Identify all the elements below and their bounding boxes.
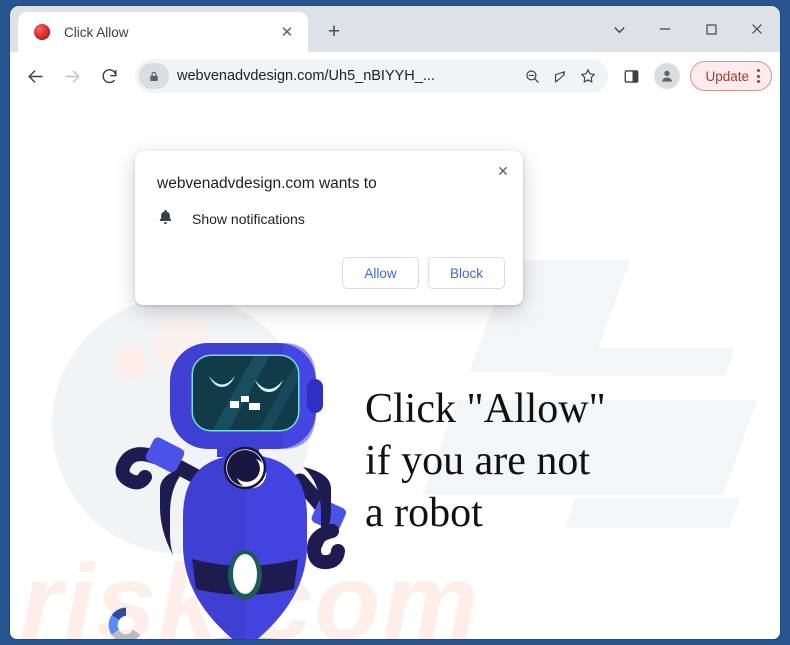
block-button[interactable]: Block — [428, 257, 505, 289]
desktop-background: Click Allow ✕ + webvenadvdesign.com/Uh5_… — [0, 0, 790, 645]
profile-avatar-icon[interactable] — [654, 63, 681, 89]
star-icon[interactable] — [574, 62, 602, 90]
ecaptcha-c-logo-icon — [108, 607, 141, 639]
address-bar[interactable]: webvenadvdesign.com/Uh5_nBIYYH_... — [135, 59, 609, 93]
browser-toolbar: webvenadvdesign.com/Uh5_nBIYYH_... Updat… — [10, 52, 780, 100]
tab-search-chevron-down-icon[interactable] — [596, 6, 642, 52]
update-button-label: Update — [705, 68, 749, 84]
tab-title: Click Allow — [64, 24, 129, 40]
sleepy-blue-robot-illustration — [115, 343, 346, 639]
tab-strip: Click Allow ✕ + — [10, 6, 780, 52]
forward-arrow-icon[interactable] — [55, 59, 89, 93]
side-panel-icon[interactable] — [616, 60, 646, 92]
address-bar-url[interactable]: webvenadvdesign.com/Uh5_nBIYYH_... — [177, 68, 518, 84]
browser-tab[interactable]: Click Allow ✕ — [18, 12, 308, 52]
ecaptcha-badge: E-CAPTCHA — [92, 603, 160, 639]
allow-button[interactable]: Allow — [342, 257, 419, 289]
popup-button-group: Allow Block — [342, 257, 505, 289]
tab-favicon-icon — [34, 24, 50, 40]
tab-close-icon[interactable]: ✕ — [276, 21, 298, 43]
maximize-icon[interactable] — [688, 6, 734, 52]
update-button[interactable]: Update — [690, 61, 772, 91]
page-viewport: risk.com Click "Allow" if you are not a … — [10, 100, 780, 639]
browser-window: Click Allow ✕ + webvenadvdesign.com/Uh5_… — [10, 6, 780, 639]
popup-permission-label: Show notifications — [192, 211, 305, 227]
decorative-stripe — [549, 348, 736, 376]
back-arrow-icon[interactable] — [18, 59, 52, 93]
new-tab-button[interactable]: + — [320, 18, 348, 46]
popup-permission-row: Show notifications — [157, 207, 305, 231]
notification-permission-popup: ✕ webvenadvdesign.com wants to Show noti… — [135, 151, 523, 305]
share-icon[interactable] — [546, 62, 574, 90]
lock-icon[interactable] — [139, 63, 169, 89]
popup-heading: webvenadvdesign.com wants to — [157, 175, 377, 192]
window-controls — [596, 6, 780, 52]
popup-close-icon[interactable]: ✕ — [491, 159, 515, 183]
bell-icon — [157, 207, 174, 231]
three-dot-menu-icon[interactable] — [757, 69, 765, 83]
robot-belt-buckle-icon — [233, 554, 257, 594]
page-headline: Click "Allow" if you are not a robot — [365, 386, 606, 536]
robot-chest-emblem-icon — [223, 446, 267, 490]
zoom-out-icon[interactable] — [518, 62, 546, 90]
close-icon[interactable] — [734, 6, 780, 52]
reload-icon[interactable] — [92, 59, 126, 93]
minimize-icon[interactable] — [642, 6, 688, 52]
